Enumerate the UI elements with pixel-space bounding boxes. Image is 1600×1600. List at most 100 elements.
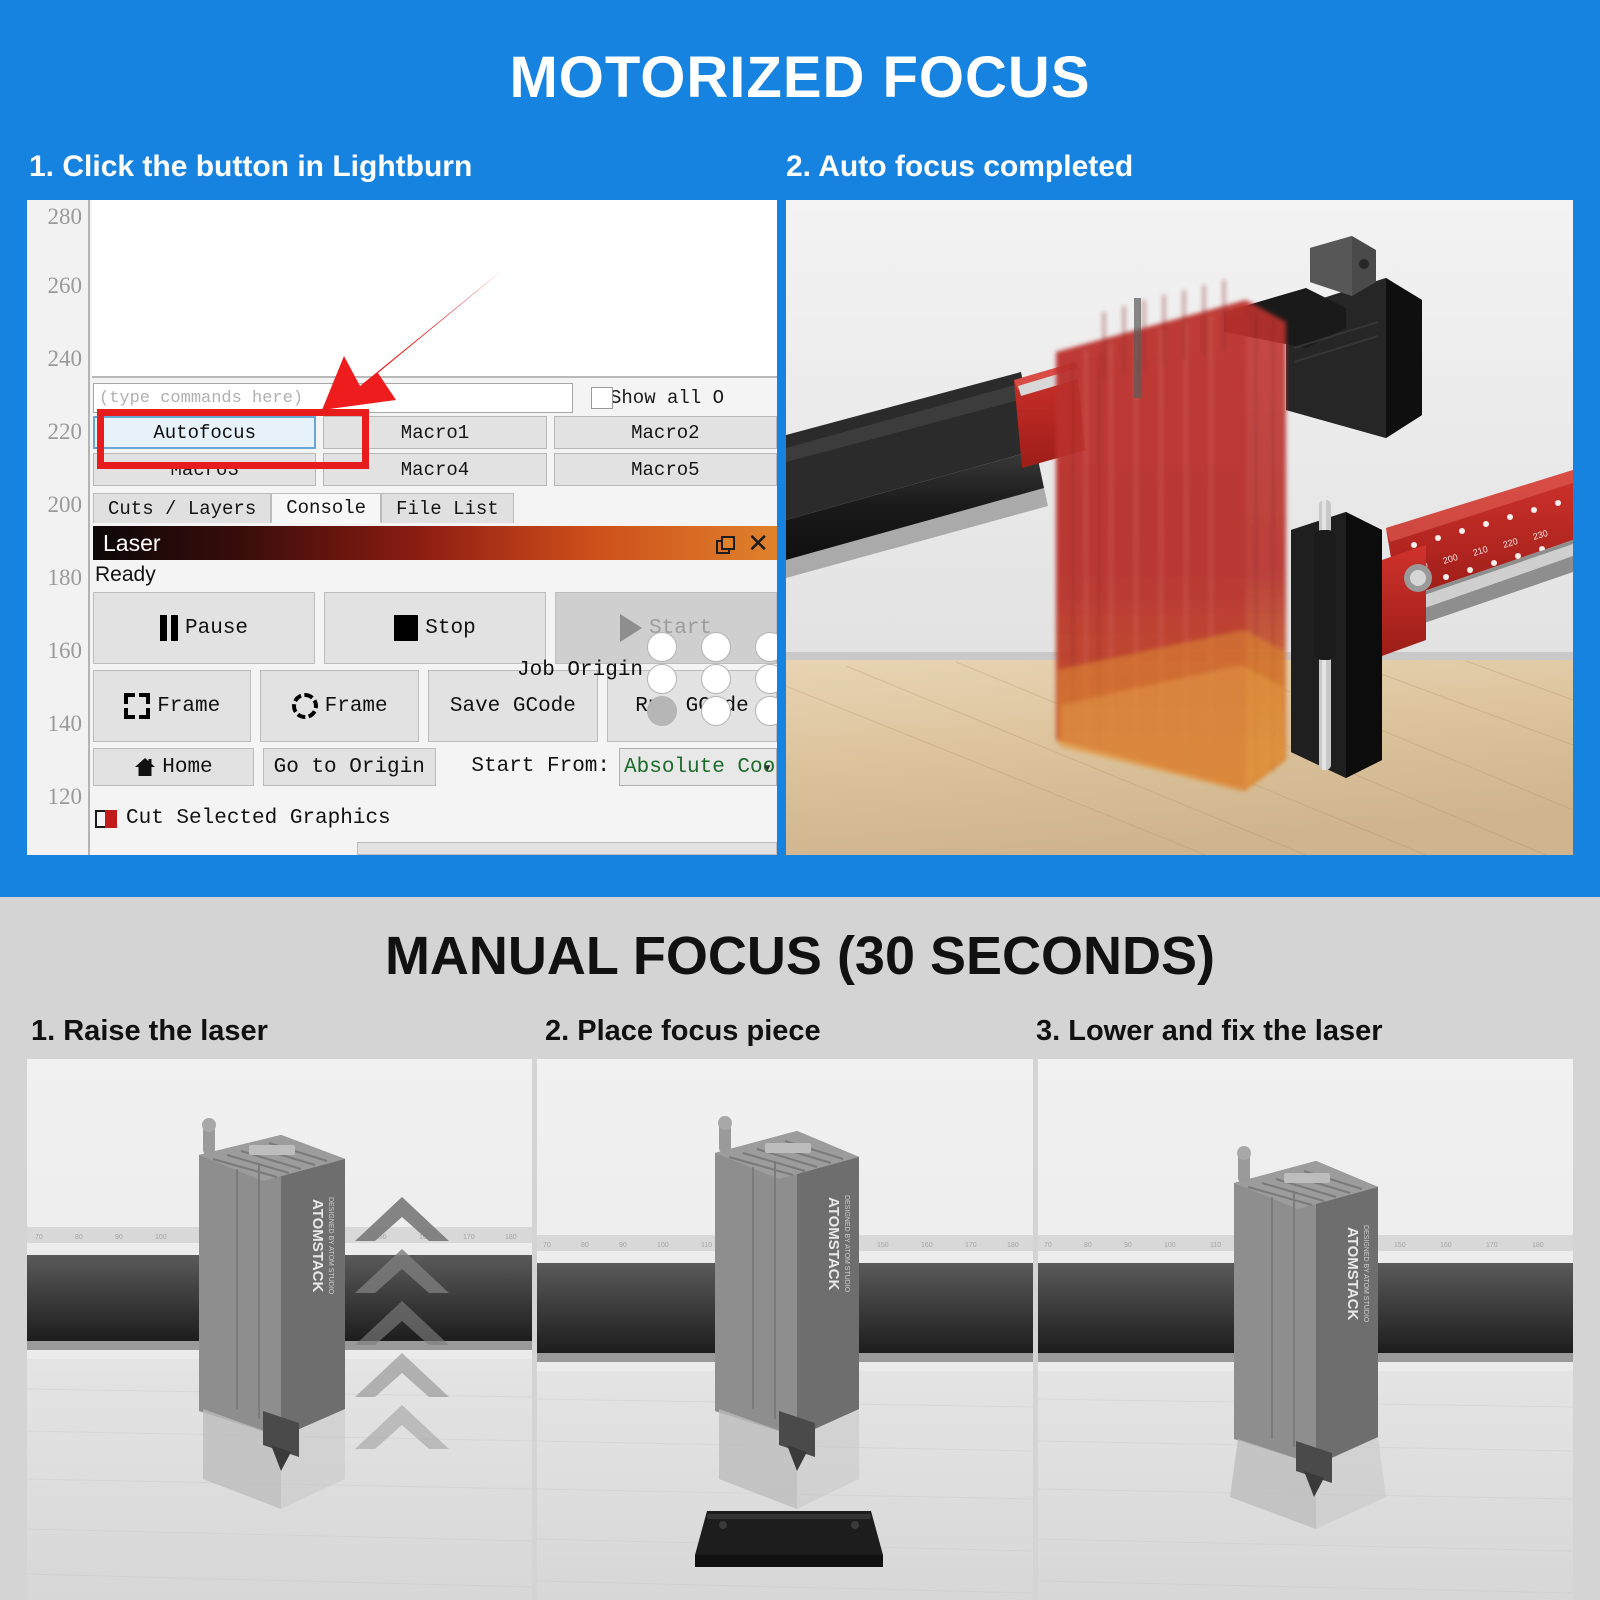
- brand-label: ATOMSTACK: [1344, 1227, 1361, 1320]
- manual-focus-section: MANUAL FOCUS (30 SECONDS) 1. Raise the l…: [0, 897, 1600, 1600]
- ruler-tick: 180: [47, 565, 83, 590]
- laser-module: ATOMSTACK DESIGNED BY ATOM STUDIO: [715, 1116, 859, 1509]
- laser-module-focus-piece-illustration: 708090 100110120 130140150 160170180: [537, 1059, 1033, 1600]
- laser-panel-title: Laser: [103, 529, 161, 556]
- brand-label: ATOMSTACK: [825, 1197, 842, 1290]
- svg-text:80: 80: [581, 1242, 589, 1249]
- svg-text:170: 170: [965, 1242, 977, 1249]
- svg-text:70: 70: [543, 1242, 551, 1249]
- svg-text:180: 180: [1007, 1242, 1019, 1249]
- frame-circle-button[interactable]: Frame: [260, 670, 419, 742]
- autofocus-button[interactable]: Autofocus: [93, 416, 317, 449]
- design-canvas[interactable]: [92, 200, 777, 378]
- auto-focus-photo: 190 200 210 220 230: [786, 200, 1573, 855]
- ruler-tick: 280: [47, 204, 83, 229]
- home-button[interactable]: Home: [93, 748, 254, 786]
- motorized-step2-label: 2. Auto focus completed: [786, 150, 1134, 183]
- laser-module-lowered-illustration: 708090 100110120 130140150 160170180: [1038, 1059, 1573, 1600]
- pause-icon: [159, 615, 178, 641]
- tab-console[interactable]: Console: [271, 493, 382, 523]
- brand-sub-label: DESIGNED BY ATOM STUDIO: [843, 1195, 850, 1293]
- ruler-tick: 160: [47, 638, 83, 663]
- frame-square-label: Frame: [157, 694, 221, 718]
- svg-text:100: 100: [1164, 1242, 1176, 1249]
- tab-file-list[interactable]: File List: [381, 493, 514, 523]
- vertical-ruler: 280 260 240 220 200 180 160 140 120: [27, 200, 90, 855]
- tab-cuts-layers[interactable]: Cuts / Layers: [93, 493, 272, 523]
- macro1-button[interactable]: Macro1: [323, 416, 547, 449]
- lightburn-window: 280 260 240 220 200 180 160 140 120 (typ…: [27, 200, 777, 855]
- job-origin-radio-mid-center[interactable]: [701, 664, 731, 694]
- svg-text:150: 150: [877, 1242, 889, 1249]
- home-icon: [135, 758, 156, 776]
- svg-text:170: 170: [463, 1234, 475, 1241]
- laser-module: ATOMSTACK DESIGNED BY ATOM STUDIO: [1230, 1146, 1386, 1529]
- job-origin-radio-bottom-center[interactable]: [701, 696, 731, 726]
- svg-text:180: 180: [1532, 1242, 1544, 1249]
- stop-button[interactable]: Stop: [324, 592, 546, 664]
- svg-text:80: 80: [75, 1234, 83, 1241]
- close-icon[interactable]: ✕: [747, 530, 769, 556]
- frame-circle-label: Frame: [324, 694, 388, 718]
- stop-icon: [394, 615, 419, 641]
- brand-label: ATOMSTACK: [309, 1199, 326, 1292]
- circle-frame-icon: [291, 693, 318, 719]
- pause-button-label: Pause: [184, 616, 248, 640]
- job-origin-radio-mid-left[interactable]: [647, 664, 677, 694]
- svg-text:90: 90: [619, 1242, 627, 1249]
- svg-text:110: 110: [1210, 1242, 1221, 1249]
- job-origin-radio-bottom-right[interactable]: [755, 696, 777, 726]
- cut-selected-graphics-label: Cut Selected Graphics: [126, 807, 391, 830]
- motorized-focus-title: MOTORIZED FOCUS: [509, 45, 1091, 110]
- cut-selected-graphics-checkbox[interactable]: Cut Selected Graphics: [95, 807, 391, 830]
- laser-module: ATOMSTACK DESIGNED BY ATOM STUDIO: [199, 1118, 345, 1509]
- svg-text:100: 100: [657, 1242, 669, 1249]
- cut-selected-icon: [95, 809, 117, 828]
- ruler-tick: 240: [47, 346, 83, 371]
- svg-text:90: 90: [1124, 1242, 1132, 1249]
- go-to-origin-button[interactable]: Go to Origin: [262, 748, 436, 786]
- brand-sub-label: DESIGNED BY ATOM STUDIO: [327, 1197, 334, 1295]
- show-all-options-checkbox-label[interactable]: Show all O: [588, 383, 777, 413]
- svg-text:100: 100: [155, 1234, 167, 1241]
- macro5-button[interactable]: Macro5: [553, 453, 777, 486]
- macro2-button[interactable]: Macro2: [553, 416, 777, 449]
- start-from-select[interactable]: Absolute Coor ▾: [619, 748, 777, 786]
- console-command-row: (type commands here) Show all O: [93, 383, 777, 415]
- job-origin-radio-top-right[interactable]: [755, 632, 777, 662]
- manual-step2-photo: 708090 100110120 130140150 160170180: [537, 1059, 1033, 1600]
- console-command-input[interactable]: (type commands here): [93, 383, 573, 413]
- svg-text:180: 180: [505, 1234, 517, 1241]
- start-from-value: Absolute Coor: [624, 755, 777, 779]
- stop-button-label: Stop: [425, 616, 476, 640]
- manual-step3-label: 3. Lower and fix the laser: [1036, 1015, 1383, 1047]
- pause-button[interactable]: Pause: [93, 592, 315, 664]
- svg-text:80: 80: [1084, 1242, 1092, 1249]
- svg-text:70: 70: [1044, 1242, 1052, 1249]
- play-icon: [619, 614, 642, 642]
- svg-text:170: 170: [1486, 1242, 1498, 1249]
- manual-step1-label: 1. Raise the laser: [31, 1015, 268, 1047]
- job-origin-radio-bottom-left[interactable]: [647, 696, 677, 726]
- bottom-partial-control: [357, 842, 777, 855]
- ruler-tick: 200: [47, 492, 83, 517]
- square-frame-icon: [124, 693, 151, 719]
- job-origin-radio-mid-right[interactable]: [755, 664, 777, 694]
- panel-tabs: Cuts / Layers Console File List: [93, 491, 777, 523]
- ruler-tick: 140: [47, 711, 83, 736]
- macro4-button[interactable]: Macro4: [323, 453, 547, 486]
- machine-illustration: 190 200 210 220 230: [786, 200, 1573, 855]
- float-window-icon[interactable]: [716, 535, 736, 554]
- frame-square-button[interactable]: Frame: [93, 670, 252, 742]
- job-origin-radio-top-left[interactable]: [647, 632, 677, 662]
- svg-text:70: 70: [35, 1234, 43, 1241]
- manual-step3-photo: 708090 100110120 130140150 160170180: [1038, 1059, 1573, 1600]
- show-all-options-checkbox[interactable]: [591, 387, 613, 409]
- titlebar-icons: ✕: [716, 526, 769, 560]
- job-origin-radio-grid: [647, 632, 777, 728]
- job-origin-radio-top-center[interactable]: [701, 632, 731, 662]
- svg-text:150: 150: [1394, 1242, 1406, 1249]
- macro3-button[interactable]: Macro3: [93, 453, 317, 486]
- motorized-focus-section: MOTORIZED FOCUS 1. Click the button in L…: [0, 0, 1600, 897]
- manual-step1-photo: 708090 100110120 130140150 160170180: [27, 1059, 532, 1600]
